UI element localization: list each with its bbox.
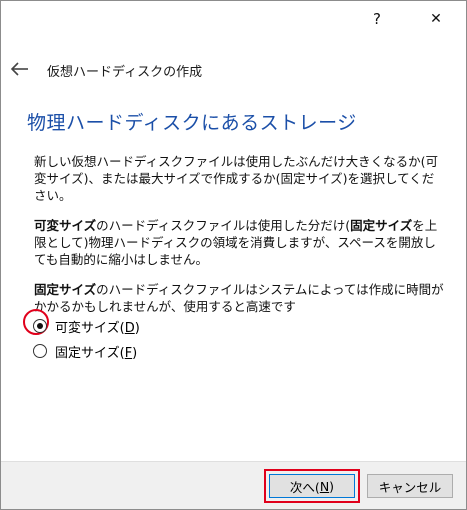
description-paragraph-1: 新しい仮想ハードディスクファイルは使用したぶんだけ大きくなるか(可変サイズ)、ま… bbox=[34, 154, 439, 203]
cancel-button[interactable]: キャンセル bbox=[367, 474, 453, 498]
wizard-title: 仮想ハードディスクの作成 bbox=[47, 65, 203, 80]
term-variable-size: 可変サイズ bbox=[34, 218, 97, 233]
term-fixed-size: 固定サイズ bbox=[350, 218, 413, 233]
help-button[interactable]: ? bbox=[355, 3, 399, 35]
button-bar: 次へ(N) キャンセル bbox=[1, 461, 466, 509]
next-button[interactable]: 次へ(N) bbox=[269, 474, 355, 498]
close-icon: ✕ bbox=[430, 11, 442, 27]
wizard-nav: 仮想ハードディスクの作成 bbox=[1, 49, 466, 89]
description-paragraph-3: 固定サイズのハードディスクファイルはシステムによっては作成に時間がかかるかもしれ… bbox=[34, 281, 444, 315]
title-bar: ? ✕ bbox=[1, 1, 466, 37]
radio-button-fixed[interactable] bbox=[33, 344, 47, 358]
create-virtual-hard-disk-dialog: ? ✕ 仮想ハードディスクの作成 物理ハードディスクにあるストレージ 新しい仮想… bbox=[0, 0, 467, 510]
description: 新しい仮想ハードディスクファイルは使用したぶんだけ大きくなるか(可変サイズ)、ま… bbox=[34, 153, 444, 328]
description-paragraph-2: 可変サイズのハードディスクファイルは使用した分だけ(固定サイズを上限として)物理… bbox=[34, 217, 444, 268]
help-icon: ? bbox=[373, 10, 381, 28]
radio-fixed-size[interactable]: 固定サイズ(F) bbox=[27, 340, 137, 362]
radio-selected-dot bbox=[37, 323, 43, 329]
radio-variable-size[interactable]: 可変サイズ(D) bbox=[27, 315, 140, 337]
radio-fixed-label: 固定サイズ(F) bbox=[55, 345, 138, 361]
term-fixed-size-2: 固定サイズ bbox=[34, 282, 97, 297]
paragraph-3-text: のハードディスクファイルはシステムによっては作成に時間がかかるかもしれませんが、… bbox=[34, 282, 444, 314]
radio-button-variable[interactable] bbox=[33, 319, 47, 333]
page-heading: 物理ハードディスクにあるストレージ bbox=[27, 112, 357, 134]
arrow-left-icon[interactable] bbox=[9, 59, 31, 79]
radio-variable-label: 可変サイズ(D) bbox=[55, 320, 140, 336]
close-button[interactable]: ✕ bbox=[414, 3, 458, 35]
paragraph-2-text-1: のハードディスクファイルは使用した分だけ( bbox=[96, 218, 351, 233]
